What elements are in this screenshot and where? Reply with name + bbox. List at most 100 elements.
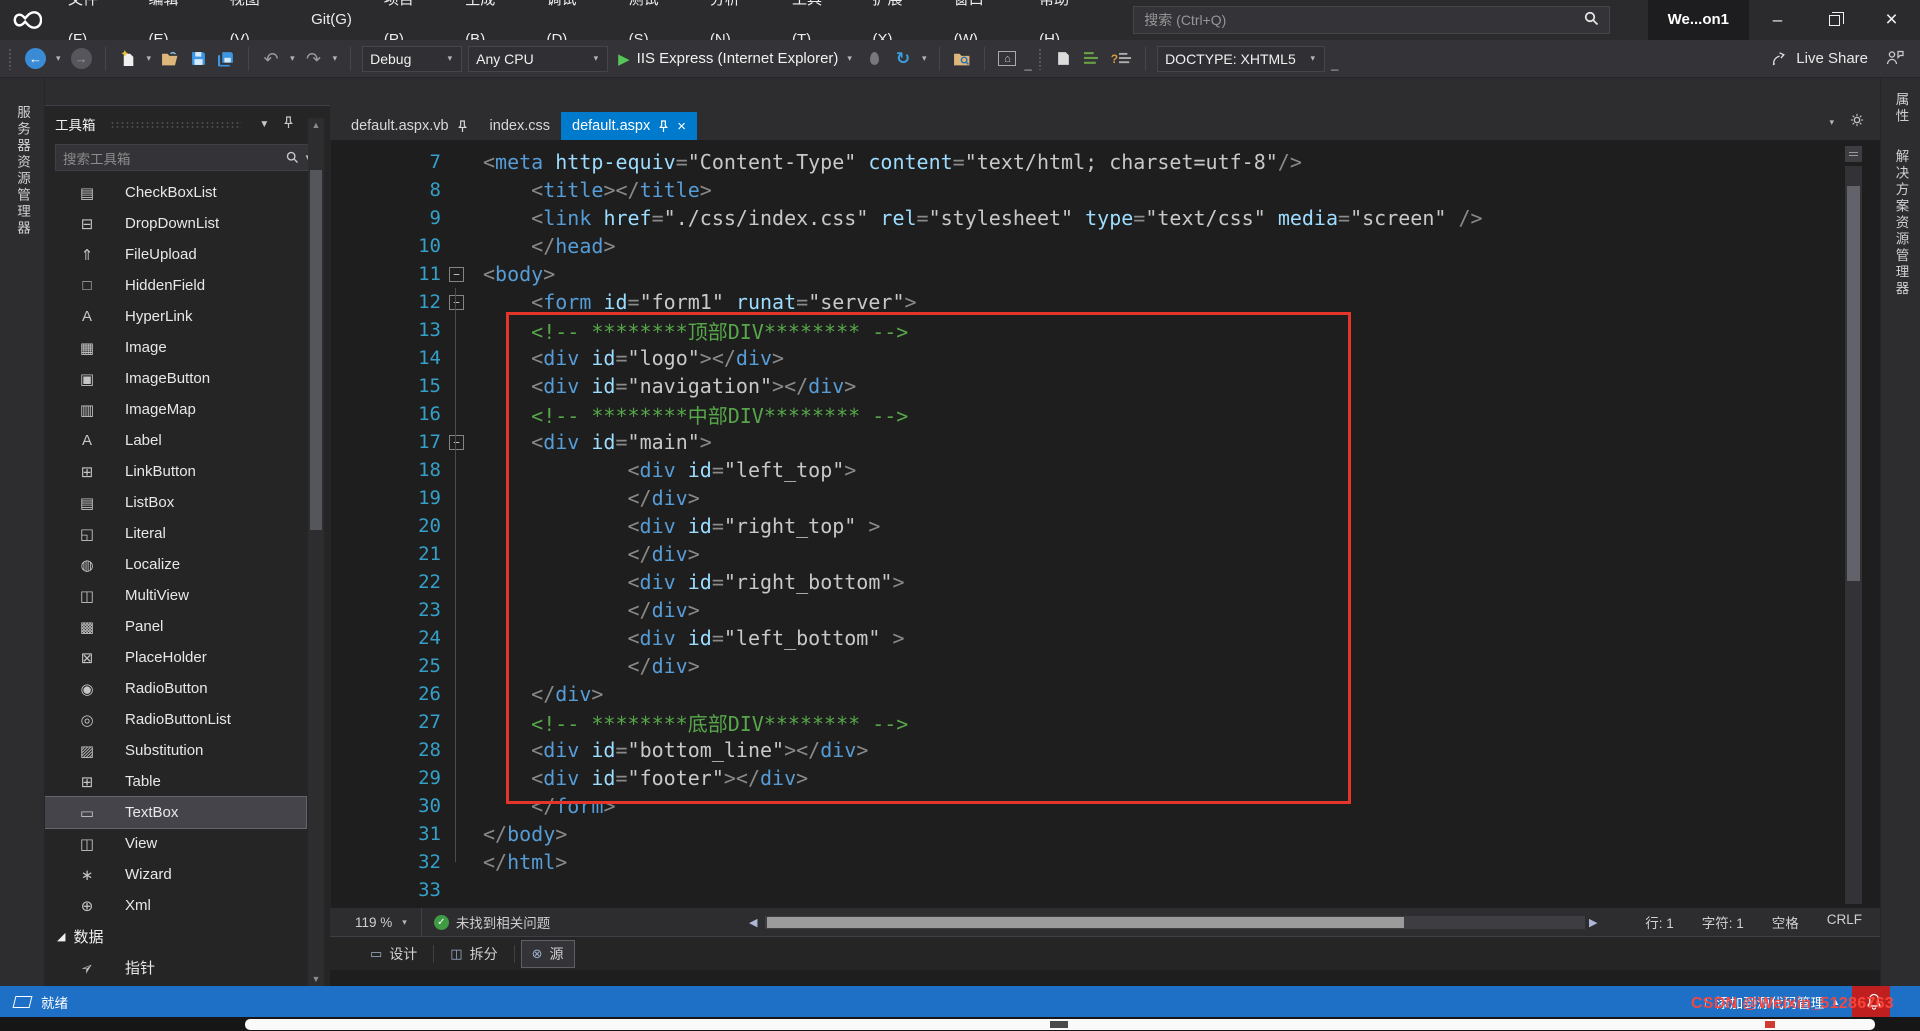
back-dropdown-chevron-icon[interactable]: ▾ [54, 53, 63, 64]
toolbox-section-header[interactable]: ◢数据 [45, 921, 330, 952]
toolbox-item[interactable]: ◉RadioButton [45, 673, 306, 704]
redo-button[interactable]: ↷ [303, 46, 325, 72]
toolbox-item[interactable]: ⇑FileUpload [45, 239, 306, 270]
format-selection-button[interactable]: ? [1109, 46, 1134, 72]
undo-button[interactable]: ↶ [260, 46, 282, 72]
code-line[interactable]: 11−<body> [331, 260, 1880, 288]
toolbox-item[interactable]: ⊟DropDownList [45, 208, 306, 239]
toolbox-item[interactable]: ➢指针 [45, 952, 306, 983]
restore-button[interactable] [1806, 0, 1863, 40]
editor-vertical-scrollbar[interactable] [1845, 166, 1862, 904]
toolbox-window-menu-chevron-icon[interactable]: ▼ [256, 119, 272, 130]
navigate-back-button[interactable]: ← [23, 46, 48, 72]
toolbox-scrollbar[interactable]: ▲ ▼ [308, 118, 324, 986]
open-file-button[interactable] [159, 46, 181, 72]
toolbox-item[interactable]: ▭TextBox [45, 797, 306, 828]
format-document-button[interactable] [1081, 46, 1103, 72]
toolbox-item[interactable]: □HiddenField [45, 270, 306, 301]
code-line[interactable]: 9 <link href="./css/index.css" rel="styl… [331, 204, 1880, 232]
doctype-dropdown[interactable]: DOCTYPE: XHTML5▾ [1157, 46, 1325, 72]
document-outline-button[interactable] [1053, 46, 1075, 72]
toolbox-item[interactable]: ⊞LinkButton [45, 456, 306, 487]
toolbox-item[interactable]: ▥ImageMap [45, 394, 306, 425]
find-in-files-button[interactable] [951, 46, 973, 72]
horizontal-scrollbar-track[interactable] [765, 916, 1585, 929]
collapse-icon[interactable]: − [449, 267, 464, 282]
hot-reload-button[interactable] [864, 46, 886, 72]
code-line[interactable]: 33 [331, 876, 1880, 904]
code-line[interactable]: 32</html> [331, 848, 1880, 876]
toolbox-item[interactable]: ▨Substitution [45, 735, 306, 766]
toolbox-item[interactable]: ◱Literal [45, 518, 306, 549]
toolbox-item[interactable]: ALabel [45, 425, 306, 456]
horizontal-scrollbar-thumb[interactable] [767, 917, 1404, 928]
new-file-button[interactable] [117, 46, 139, 72]
toolbox-item[interactable]: ▤CheckBoxList [45, 177, 306, 208]
toolbox-search-input[interactable]: 搜索工具箱 ▾ [55, 144, 320, 171]
scroll-left-icon[interactable]: ◀ [749, 916, 761, 929]
refresh-button[interactable]: ↻ [892, 46, 914, 72]
code-line[interactable]: 8 <title></title> [331, 176, 1880, 204]
toolbox-item[interactable]: ◍Localize [45, 549, 306, 580]
editor-options-gear-icon[interactable] [1850, 113, 1864, 132]
save-button[interactable] [187, 46, 209, 72]
undo-dropdown-chevron-icon[interactable]: ▾ [288, 53, 297, 64]
scroll-right-icon[interactable]: ▶ [1589, 916, 1601, 929]
document-tab[interactable]: default.aspx.vb [340, 112, 479, 140]
toolbox-drag-handle[interactable] [110, 121, 243, 128]
scroll-down-icon[interactable]: ▼ [308, 974, 324, 984]
browse-with-button[interactable]: ⌂ [996, 46, 1018, 72]
start-debugging-button[interactable]: ▶ IIS Express (Internet Explorer) ▾ [614, 46, 858, 72]
toolbox-item[interactable]: ◫MultiView [45, 580, 306, 611]
toolbox-item[interactable]: AHyperLink [45, 301, 306, 332]
code-editor[interactable]: 7<meta http-equiv="Content-Type" content… [330, 140, 1880, 908]
toolbox-item[interactable]: ⊞Table [45, 766, 306, 797]
pin-icon[interactable] [658, 120, 669, 133]
toolbar-overflow[interactable]: _ [1024, 56, 1031, 77]
toolbox-item[interactable]: ⊕Xml [45, 890, 306, 921]
quick-search-box[interactable]: 搜索 (Ctrl+Q) [1133, 6, 1609, 34]
line-indicator[interactable]: 行: 1 [1645, 912, 1674, 932]
solution-configuration-dropdown[interactable]: Debug▾ [362, 46, 462, 72]
minimize-button[interactable]: – [1749, 0, 1806, 40]
toolbox-scrollbar-thumb[interactable] [310, 170, 322, 530]
char-indicator[interactable]: 字符: 1 [1702, 912, 1744, 932]
pin-icon[interactable] [457, 120, 468, 133]
scroll-up-icon[interactable]: ▲ [308, 120, 324, 130]
toolbox-item[interactable]: ◎RadioButtonList [45, 704, 306, 735]
properties-tab[interactable]: 属性 [1891, 92, 1911, 125]
document-tab[interactable]: default.aspx× [561, 112, 697, 140]
toolbar-overflow[interactable]: _ [1331, 56, 1338, 77]
eol-indicator[interactable]: CRLF [1827, 912, 1862, 932]
view-tab-split[interactable]: ◫拆分 [440, 941, 507, 967]
redo-dropdown-chevron-icon[interactable]: ▾ [331, 53, 340, 64]
server-explorer-tab[interactable]: 服务器资源管理器 [12, 105, 32, 986]
toolbar-grip[interactable] [1038, 48, 1043, 70]
navigate-forward-button[interactable]: → [69, 46, 94, 72]
editor-splitter-handle[interactable] [1845, 146, 1862, 162]
new-file-dropdown-chevron-icon[interactable]: ▾ [145, 53, 154, 64]
close-icon[interactable]: × [677, 119, 686, 134]
code-line[interactable]: 10 </head> [331, 232, 1880, 260]
view-tab-design[interactable]: ▭设计 [360, 941, 427, 967]
collapse-icon[interactable]: − [449, 435, 464, 450]
space-mode-indicator[interactable]: 空格 [1772, 912, 1799, 932]
solution-explorer-tab[interactable]: 解决方案资源管理器 [1891, 149, 1911, 298]
save-all-button[interactable] [215, 46, 237, 72]
close-button[interactable]: × [1863, 0, 1920, 40]
toolbox-item[interactable]: ▦Image [45, 332, 306, 363]
toolbox-item[interactable]: ∗Wizard [45, 859, 306, 890]
refresh-dropdown-chevron-icon[interactable]: ▾ [920, 53, 929, 64]
view-tab-source[interactable]: ⊗源 [521, 940, 575, 968]
zoom-dropdown[interactable]: 119 % ▾ [355, 915, 409, 930]
toolbox-item[interactable]: ⊠PlaceHolder [45, 642, 306, 673]
vertical-scrollbar-thumb[interactable] [1847, 186, 1860, 581]
menu-item[interactable]: Git(G) [295, 0, 368, 40]
document-health-indicator[interactable]: ✓ 未找到相关问题 [434, 912, 551, 932]
toolbox-item[interactable]: ▩Panel [45, 611, 306, 642]
send-feedback-button[interactable] [1886, 50, 1904, 68]
live-share-button[interactable]: Live Share [1772, 50, 1868, 67]
solution-platform-dropdown[interactable]: Any CPU▾ [468, 46, 608, 72]
pin-icon[interactable] [280, 116, 297, 132]
collapse-icon[interactable]: − [449, 295, 464, 310]
